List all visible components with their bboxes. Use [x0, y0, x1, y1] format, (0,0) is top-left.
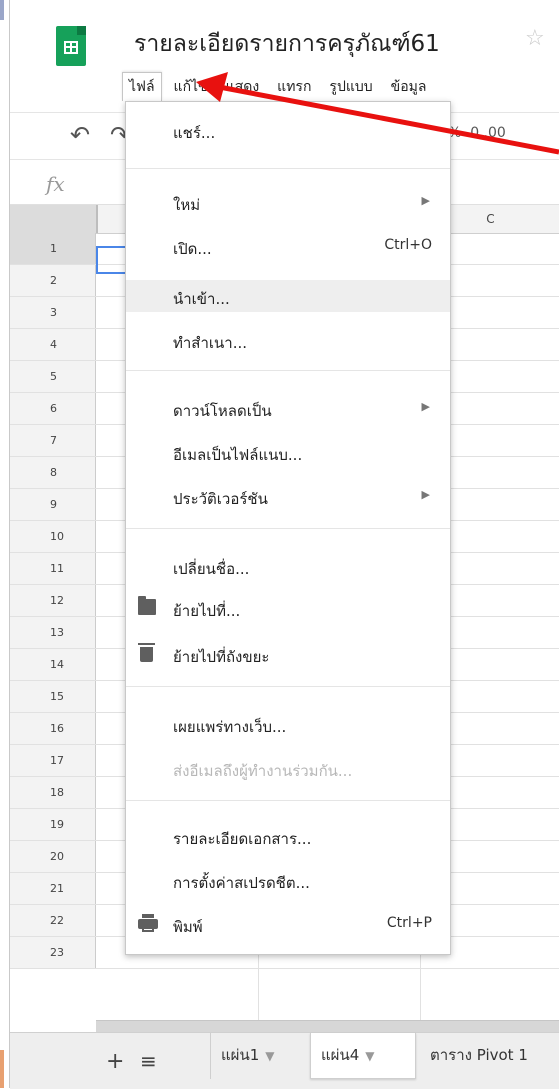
row-number[interactable]: 1 [10, 233, 96, 264]
row-number[interactable]: 5 [10, 361, 96, 392]
sheets-app: รายละเอียดรายการครุภัณฑ์61 ☆ ไฟล์ แก้ไข แส… [10, 0, 559, 1089]
row-number[interactable]: 21 [10, 873, 96, 904]
menu-item-new[interactable]: ใหม่ ▶ [126, 186, 450, 218]
menu-divider [126, 800, 450, 801]
shortcut-label: Ctrl+O [384, 237, 432, 253]
window-left-edge [0, 0, 10, 1088]
row-number[interactable]: 8 [10, 457, 96, 488]
row-number[interactable]: 9 [10, 489, 96, 520]
menu-item-spreadsheet-settings[interactable]: การตั้งค่าสเปรดชีต... [126, 864, 450, 896]
menu-item-label: พิมพ์ [173, 918, 203, 936]
sheet-tabs-bar: + ≡ แผ่น1 ▼ แผ่น4 ▼ ตาราง Pivot 1 [10, 1032, 559, 1089]
file-menu: แชร์... ใหม่ ▶ เปิด... Ctrl+O นำเข้า... ทำ… [125, 101, 451, 955]
menu-item-document-details[interactable]: รายละเอียดเอกสาร... [126, 820, 450, 852]
menu-item-label: เปิด... [173, 240, 212, 258]
sheet-tab-label: ตาราง Pivot 1 [430, 1046, 528, 1064]
menu-item-label: ทำสำเนา... [173, 334, 247, 352]
menu-item-label: นำเข้า... [173, 290, 230, 308]
menu-item-share[interactable]: แชร์... [126, 114, 450, 146]
row-number[interactable]: 15 [10, 681, 96, 712]
menu-item-import[interactable]: นำเข้า... [126, 280, 450, 312]
row-number[interactable]: 12 [10, 585, 96, 616]
menu-item-make-copy[interactable]: ทำสำเนา... [126, 324, 450, 356]
all-sheets-icon[interactable]: ≡ [140, 1049, 157, 1073]
menu-item-open[interactable]: เปิด... Ctrl+O [126, 230, 450, 262]
sheet-tab[interactable]: แผ่น1 ▼ [210, 1033, 306, 1079]
row-number[interactable]: 19 [10, 809, 96, 840]
row-number[interactable]: 14 [10, 649, 96, 680]
row-number[interactable]: 10 [10, 521, 96, 552]
chevron-down-icon[interactable]: ▼ [265, 1049, 274, 1063]
sheet-tab-label: แผ่น4 [321, 1046, 360, 1064]
menu-divider [126, 370, 450, 371]
shortcut-label: Ctrl+P [386, 915, 432, 931]
menu-format[interactable]: รูปแบบ [323, 73, 378, 101]
edge-marker [0, 1050, 4, 1088]
select-all-corner[interactable] [10, 205, 98, 233]
menu-item-label: ย้ายไปที่... [173, 602, 241, 620]
menu-file[interactable]: ไฟล์ [122, 72, 162, 101]
row-number[interactable]: 17 [10, 745, 96, 776]
row-number[interactable]: 4 [10, 329, 96, 360]
submenu-arrow-icon: ▶ [421, 194, 430, 207]
row-number[interactable]: 16 [10, 713, 96, 744]
submenu-arrow-icon: ▶ [421, 488, 430, 501]
sheet-tab-label: แผ่น1 [221, 1046, 260, 1064]
menu-edit[interactable]: แก้ไข [168, 73, 214, 101]
menu-item-label: เปลี่ยนชื่อ... [173, 560, 250, 578]
row-number[interactable]: 11 [10, 553, 96, 584]
menu-item-move-to-trash[interactable]: ย้ายไปที่ถังขยะ [126, 638, 450, 670]
menu-item-label: ดาวน์โหลดเป็น [173, 402, 272, 420]
menu-divider [126, 168, 450, 169]
menu-item-label: ส่งอีเมลถึงผู้ทำงานร่วมกัน... [173, 762, 353, 780]
document-title[interactable]: รายละเอียดรายการครุภัณฑ์61 [134, 26, 440, 62]
fx-icon: fx [46, 172, 65, 196]
menu-item-print[interactable]: พิมพ์ Ctrl+P [126, 908, 450, 940]
menu-data[interactable]: ข้อมูล [385, 73, 433, 101]
chevron-down-icon[interactable]: ▼ [365, 1049, 374, 1063]
folder-icon [138, 596, 156, 615]
menubar: ไฟล์ แก้ไข แสดง แทรก รูปแบบ ข้อมูล [122, 72, 438, 101]
menu-insert[interactable]: แทรก [271, 73, 317, 101]
menu-item-label: รายละเอียดเอกสาร... [173, 830, 312, 848]
menu-item-email-collaborators: ส่งอีเมลถึงผู้ทำงานร่วมกัน... [126, 752, 450, 784]
trash-icon [138, 643, 155, 662]
row-number[interactable]: 7 [10, 425, 96, 456]
row-number[interactable]: 22 [10, 905, 96, 936]
menu-item-version-history[interactable]: ประวัติเวอร์ชัน ▶ [126, 480, 450, 512]
sheets-logo-icon[interactable] [56, 26, 86, 66]
row-number[interactable]: 23 [10, 937, 96, 968]
row-number[interactable]: 18 [10, 777, 96, 808]
menu-item-label: อีเมลเป็นไฟล์แนบ... [173, 446, 303, 464]
row-number[interactable]: 13 [10, 617, 96, 648]
number-format-buttons[interactable]: % .0 .00 [448, 125, 506, 141]
add-sheet-icon[interactable]: + [106, 1049, 124, 1074]
row-number[interactable]: 3 [10, 297, 96, 328]
edge-marker [0, 0, 4, 20]
menu-view[interactable]: แสดง [220, 73, 266, 101]
menu-item-label: แชร์... [173, 124, 216, 142]
undo-icon[interactable]: ↶ [70, 121, 90, 149]
row-number[interactable]: 6 [10, 393, 96, 424]
menu-item-rename[interactable]: เปลี่ยนชื่อ... [126, 550, 450, 582]
print-icon [138, 914, 158, 932]
menu-item-label: เผยแพร่ทางเว็บ... [173, 718, 287, 736]
sheet-tab[interactable]: ตาราง Pivot 1 [420, 1033, 559, 1079]
menu-item-email-attachment[interactable]: อีเมลเป็นไฟล์แนบ... [126, 436, 450, 468]
row-number[interactable]: 2 [10, 265, 96, 296]
menu-item-move-to[interactable]: ย้ายไปที่... [126, 592, 450, 624]
row-number[interactable]: 20 [10, 841, 96, 872]
submenu-arrow-icon: ▶ [421, 400, 430, 413]
menu-divider [126, 686, 450, 687]
sheet-tab-active[interactable]: แผ่น4 ▼ [310, 1033, 416, 1079]
menu-item-label: ประวัติเวอร์ชัน [173, 490, 268, 508]
menu-item-download-as[interactable]: ดาวน์โหลดเป็น ▶ [126, 392, 450, 424]
menu-item-label: การตั้งค่าสเปรดชีต... [173, 874, 310, 892]
menu-item-label: ใหม่ [173, 196, 201, 214]
menu-item-publish-web[interactable]: เผยแพร่ทางเว็บ... [126, 708, 450, 740]
star-icon[interactable]: ☆ [525, 26, 545, 51]
menu-item-label: ย้ายไปที่ถังขยะ [173, 648, 270, 666]
menu-divider [126, 528, 450, 529]
